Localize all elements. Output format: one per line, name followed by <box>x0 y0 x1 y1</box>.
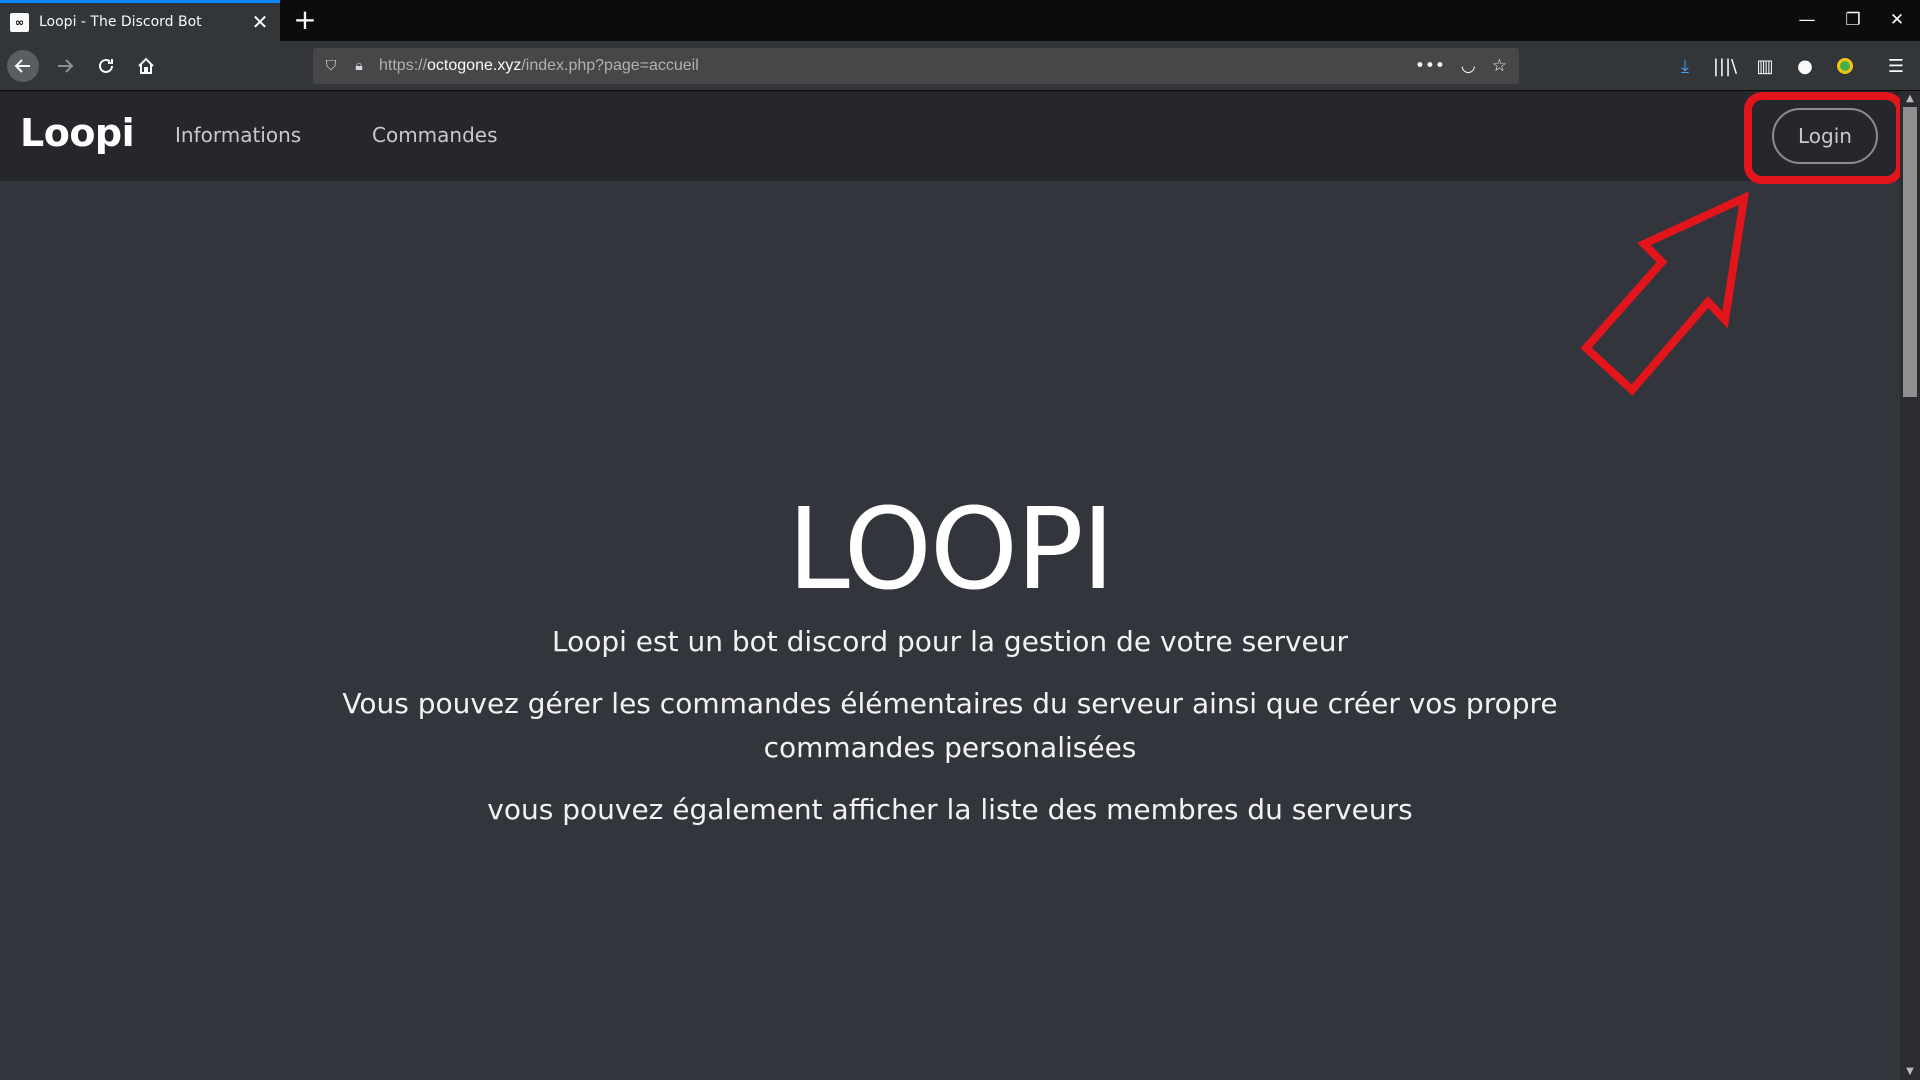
pocket-icon[interactable]: ◡ <box>1461 56 1476 76</box>
extension-icon[interactable] <box>1829 50 1861 82</box>
account-icon[interactable]: ● <box>1789 50 1821 82</box>
tab-active[interactable]: ∞ Loopi - The Discord Bot ✕ <box>0 0 280 41</box>
lock-icon[interactable]: 🔒︎ <box>351 58 367 74</box>
downloads-icon[interactable]: ⤓ <box>1669 50 1701 82</box>
scroll-down-icon[interactable]: ▼ <box>1900 1064 1920 1080</box>
forward-arrow-icon <box>58 59 74 73</box>
url-scheme: https:// <box>379 57 428 74</box>
browser-toolbar: ⛉ 🔒︎ https://octogone.xyz/index.php?page… <box>0 41 1920 91</box>
url-path: /index.php?page=accueil <box>521 57 699 74</box>
hero-line-1: Loopi est un bot discord pour la gestion… <box>551 625 1349 658</box>
scroll-thumb[interactable] <box>1903 107 1917 397</box>
page-actions-icon[interactable]: ••• <box>1415 56 1445 76</box>
nav-link-commandes[interactable]: Commandes <box>372 123 498 147</box>
home-button[interactable] <box>130 50 162 82</box>
hero-section: LOOPI Loopi est un bot discord pour la g… <box>0 480 1900 832</box>
reload-icon <box>99 58 113 73</box>
minimize-icon[interactable]: — <box>1784 0 1830 41</box>
red-arrow-annotation <box>1580 191 1750 396</box>
close-tab-icon[interactable]: ✕ <box>250 10 270 34</box>
back-button[interactable] <box>7 50 39 82</box>
tab-strip: ∞ Loopi - The Discord Bot ✕ + — ❐ ✕ <box>0 0 1920 41</box>
hero-line-3: vous pouvez également afficher la liste … <box>487 793 1413 826</box>
back-arrow-icon <box>14 59 30 73</box>
restore-icon[interactable]: ❐ <box>1830 0 1876 41</box>
site-navbar: Loopi Informations Commandes Login <box>0 91 1900 181</box>
favicon-icon: ∞ <box>10 12 29 32</box>
menu-icon[interactable]: ☰ <box>1880 50 1912 82</box>
home-icon <box>138 57 154 74</box>
bookmark-star-icon[interactable]: ☆ <box>1492 56 1507 76</box>
url-text[interactable]: https://octogone.xyz/index.php?page=accu… <box>379 57 699 75</box>
url-host: octogone.xyz <box>427 57 522 74</box>
nav-link-informations[interactable]: Informations <box>175 123 301 147</box>
close-window-icon[interactable]: ✕ <box>1874 0 1920 41</box>
url-bar[interactable]: ⛉ 🔒︎ https://octogone.xyz/index.php?page… <box>313 48 1519 84</box>
page-scrollbar[interactable]: ▲ ▼ <box>1900 91 1920 1080</box>
highlight-annotation <box>1744 92 1904 184</box>
reload-button[interactable] <box>90 50 122 82</box>
tab-title: Loopi - The Discord Bot <box>39 14 202 30</box>
new-tab-button[interactable]: + <box>288 4 322 38</box>
scroll-up-icon[interactable]: ▲ <box>1900 91 1920 107</box>
site-brand[interactable]: Loopi <box>20 111 135 155</box>
extension-circle-icon <box>1837 58 1853 74</box>
hero-title: LOOPI <box>787 485 1114 615</box>
library-icon[interactable]: |||\ <box>1709 50 1741 82</box>
forward-button[interactable] <box>49 50 81 82</box>
shield-icon[interactable]: ⛉ <box>323 58 339 74</box>
sidebar-icon[interactable]: ▥ <box>1749 50 1781 82</box>
hero-line-2: Vous pouvez gérer les commandes élémenta… <box>342 687 1558 764</box>
